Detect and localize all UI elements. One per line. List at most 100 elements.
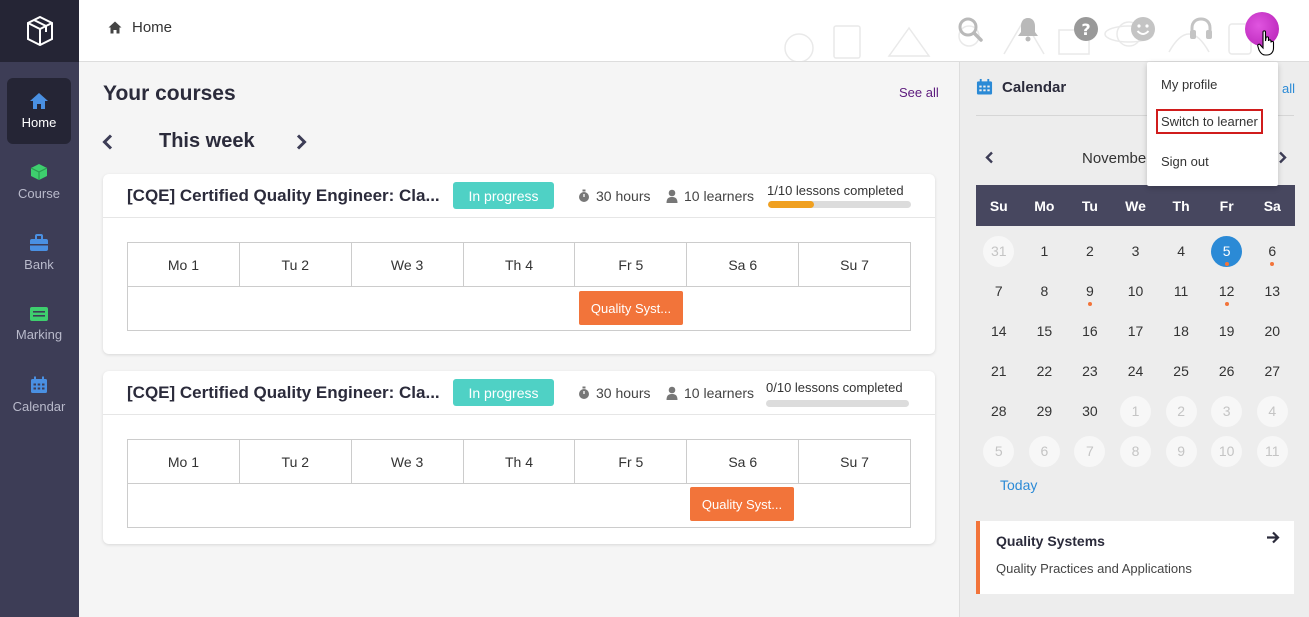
sidebar-item-calendar[interactable]: Calendar [7,362,71,428]
day-number: 1 [1120,395,1152,427]
calendar-day[interactable]: 25 [1158,351,1204,391]
menu-item-my-profile[interactable]: My profile [1161,77,1217,92]
calendar-day[interactable]: 13 [1249,271,1295,311]
calendar-day[interactable]: 10 [1204,431,1250,471]
weekday-label: Sa [1263,197,1281,214]
calendar-day[interactable]: 23 [1067,351,1113,391]
previous-month-button[interactable] [982,148,996,166]
calendar-week-row: 14 15 16 17 18 19 20 [976,311,1295,351]
day-header: Th 4 [464,243,576,286]
calendar-day[interactable]: 26 [1204,351,1250,391]
calendar-day[interactable]: 6 [1022,431,1068,471]
calendar-day[interactable]: 3 [1204,391,1250,431]
calendar-see-all-link[interactable]: all [1282,81,1295,96]
day-number: 22 [1036,363,1053,379]
breadcrumb[interactable]: Home [108,19,172,36]
help-button[interactable]: ? [1071,14,1101,44]
calendar-day[interactable]: 2 [1158,391,1204,431]
course-title[interactable]: [CQE] Certified Quality Engineer: Cla... [127,383,440,403]
day-number: 11 [1256,435,1288,467]
search-button[interactable] [955,14,985,44]
bell-icon [1018,18,1038,42]
month-label: November [1082,150,1152,167]
menu-item-sign-out[interactable]: Sign out [1161,154,1209,169]
calendar-day[interactable]: 4 [1249,391,1295,431]
course-card[interactable]: [CQE] Certified Quality Engineer: Cla...… [103,174,935,354]
calendar-day[interactable]: 11 [1249,431,1295,471]
calendar-day[interactable]: 21 [976,351,1022,391]
calendar-day[interactable]: 27 [1249,351,1295,391]
calendar-day[interactable]: 8 [1113,431,1159,471]
calendar-day[interactable]: 14 [976,311,1022,351]
day-number: 29 [1036,403,1053,419]
previous-week-button[interactable] [99,132,115,152]
calendar-day[interactable]: 8 [1022,271,1068,311]
calendar-day[interactable]: 18 [1158,311,1204,351]
calendar-day[interactable]: 22 [1022,351,1068,391]
sidebar-item-label: Calendar [12,399,66,414]
app-logo[interactable] [0,0,79,62]
sidebar-item-course[interactable]: Course [7,149,71,215]
schedule-event[interactable]: Quality Syst... [579,291,683,325]
calendar-day[interactable]: 9 [1067,271,1113,311]
support-button[interactable] [1186,14,1216,44]
home-icon [30,93,48,109]
today-link[interactable]: Today [1000,477,1037,493]
calendar-day[interactable]: 7 [976,271,1022,311]
calendar-day[interactable]: 5 [976,431,1022,471]
calendar-day[interactable]: 4 [1158,231,1204,271]
calendar-day[interactable]: 11 [1158,271,1204,311]
calendar-day[interactable]: 28 [976,391,1022,431]
sidebar-item-home[interactable]: Home [7,78,71,144]
marking-icon [30,307,48,321]
calendar-day[interactable]: 16 [1067,311,1113,351]
calendar-day[interactable]: 1 [1113,391,1159,431]
menu-item-switch-to-learner[interactable]: Switch to learner [1156,109,1263,134]
calendar-day[interactable]: 3 [1113,231,1159,271]
calendar-day[interactable]: 7 [1067,431,1113,471]
weekday-label: Th [1172,197,1190,214]
day-header: Sa 6 [687,440,800,483]
course-card-header: [CQE] Certified Quality Engineer: Cla...… [103,371,935,415]
notifications-button[interactable] [1013,14,1043,44]
calendar-day[interactable]: 12 [1204,271,1250,311]
chevron-right-icon [296,134,307,150]
calendar-day[interactable]: 19 [1204,311,1250,351]
course-card[interactable]: [CQE] Certified Quality Engineer: Cla...… [103,371,935,544]
cube-icon [30,164,48,180]
day-number: 9 [1165,435,1197,467]
calendar-day[interactable]: 17 [1113,311,1159,351]
calendar-day[interactable]: 9 [1158,431,1204,471]
course-title[interactable]: [CQE] Certified Quality Engineer: Cla... [127,186,440,206]
calendar-day[interactable]: 20 [1249,311,1295,351]
calendar-day[interactable]: 10 [1113,271,1159,311]
sidebar-item-bank[interactable]: Bank [7,220,71,286]
calendar-grid: 31 1 2 3 4 5 6 7 8 9 10 11 12 13 14 15 1… [976,231,1295,471]
next-week-button[interactable] [293,132,309,152]
day-number: 14 [990,323,1007,339]
calendar-day[interactable]: 29 [1022,391,1068,431]
calendar-day[interactable]: 31 [976,231,1022,271]
calendar-day[interactable]: 6 [1249,231,1295,271]
calendar-day[interactable]: 24 [1113,351,1159,391]
day-number: 18 [1173,323,1189,339]
progress-fill [768,201,814,208]
calendar-day[interactable]: 1 [1022,231,1068,271]
schedule-event[interactable]: Quality Syst... [690,487,794,521]
calendar-icon [31,376,47,393]
day-header: Mo 1 [128,243,240,286]
day-header: Fr 5 [575,440,688,483]
smiley-icon [1131,17,1155,41]
day-number: 23 [1082,363,1098,379]
see-all-courses-link[interactable]: See all [899,85,939,100]
hours-label: 30 hours [596,385,651,401]
chevron-left-icon [101,134,112,150]
calendar-day[interactable]: 30 [1067,391,1113,431]
open-event-button[interactable] [1266,531,1280,549]
calendar-day[interactable]: 15 [1022,311,1068,351]
calendar-day-today[interactable]: 5 [1204,231,1250,271]
sidebar-item-marking[interactable]: Marking [7,291,71,357]
feedback-button[interactable] [1128,14,1158,44]
upcoming-event-card[interactable]: Quality Systems Quality Practices and Ap… [976,521,1294,594]
calendar-day[interactable]: 2 [1067,231,1113,271]
